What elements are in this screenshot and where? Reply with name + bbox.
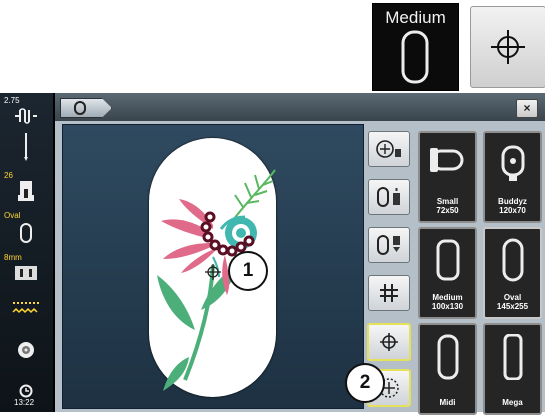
center-icon-callout: [470, 6, 545, 88]
hoop-value: Oval: [4, 211, 21, 220]
hoop-status-icon[interactable]: [19, 222, 33, 244]
hoop-tile-label: Buddyz 120x70: [498, 197, 527, 215]
embroidery-workspace[interactable]: 1: [62, 124, 364, 409]
hoop-tile-mega[interactable]: Mega: [483, 323, 542, 415]
medium-hoop-icon: [436, 239, 460, 281]
small-hoop-icon: [430, 148, 464, 172]
bobbin-icon[interactable]: [17, 341, 35, 359]
time-display: 13:22: [14, 398, 35, 407]
design-center-marker: [205, 264, 221, 280]
oval-hoop-icon: [502, 238, 524, 282]
hoop-tile-label: Oval 145x255: [496, 293, 529, 311]
center-button[interactable]: [367, 323, 411, 361]
presser-foot-value: 26: [4, 171, 13, 180]
needle-icon[interactable]: [22, 133, 30, 161]
hoop-select-icon: [377, 235, 400, 255]
callout-2: 2: [345, 363, 385, 403]
hoop-tab[interactable]: [60, 98, 112, 118]
mega-hoop-icon: [503, 334, 523, 380]
grid-icon: [380, 284, 398, 302]
stitch-width-icon[interactable]: [13, 107, 39, 125]
status-sidebar: 2.75 26 Oval 8mm 13:22: [0, 93, 53, 412]
hoop-outline-icon: [401, 30, 429, 84]
feed-dog-icon[interactable]: [11, 300, 41, 316]
hoop-info-icon: [377, 187, 400, 207]
hoop-select-button[interactable]: [368, 227, 410, 263]
callout-1: 1: [228, 251, 268, 291]
close-button[interactable]: ×: [516, 99, 538, 118]
embroidery-design[interactable]: [63, 125, 363, 408]
buddyz-hoop-icon: [501, 145, 525, 181]
hoop-tile-medium[interactable]: Medium 100x130: [418, 227, 477, 319]
hoop-tile-label: Small 72x50: [436, 197, 459, 215]
hoop-adjust-button[interactable]: [368, 179, 410, 215]
hoop-tile-buddyz[interactable]: Buddyz 120x70: [483, 131, 542, 223]
move-to-hoop-button[interactable]: [368, 131, 410, 167]
midi-hoop-icon: [437, 334, 459, 380]
hoop-tile-oval[interactable]: Oval 145x255: [483, 227, 542, 319]
hoop-oval-icon: [74, 101, 86, 115]
medium-hoop-icon-callout: Medium: [372, 3, 459, 91]
hoop-selection-panel: × 1 Small 72x50 Buddyz 120x70 Medium 100…: [55, 93, 545, 415]
stitch-plate-value: 8mm: [4, 253, 22, 262]
hoop-tile-label: Midi: [439, 398, 456, 407]
hoop-tile-label: Mega: [502, 398, 523, 407]
hoop-move-icon: [376, 140, 401, 158]
clock-icon: [19, 384, 33, 398]
presser-foot-icon[interactable]: [17, 180, 35, 202]
machine-screen: 2.75 26 Oval 8mm 13:22 × 1 Small 72x50 B…: [0, 93, 545, 415]
stitch-plate-icon[interactable]: [14, 265, 38, 281]
hoop-grid: Small 72x50 Buddyz 120x70 Medium 100x130: [418, 131, 542, 415]
crosshair-icon: [380, 333, 398, 351]
panel-header: ×: [55, 93, 545, 121]
medium-hoop-label: Medium: [385, 8, 446, 27]
hoop-tile-midi[interactable]: Midi: [418, 323, 477, 415]
grid-toggle-button[interactable]: [368, 275, 410, 311]
hoop-tile-label: Medium 100x130: [431, 293, 464, 311]
needle-value: 2.75: [4, 96, 20, 105]
hoop-tile-small[interactable]: Small 72x50: [418, 131, 477, 223]
crosshair-icon: [491, 30, 525, 64]
